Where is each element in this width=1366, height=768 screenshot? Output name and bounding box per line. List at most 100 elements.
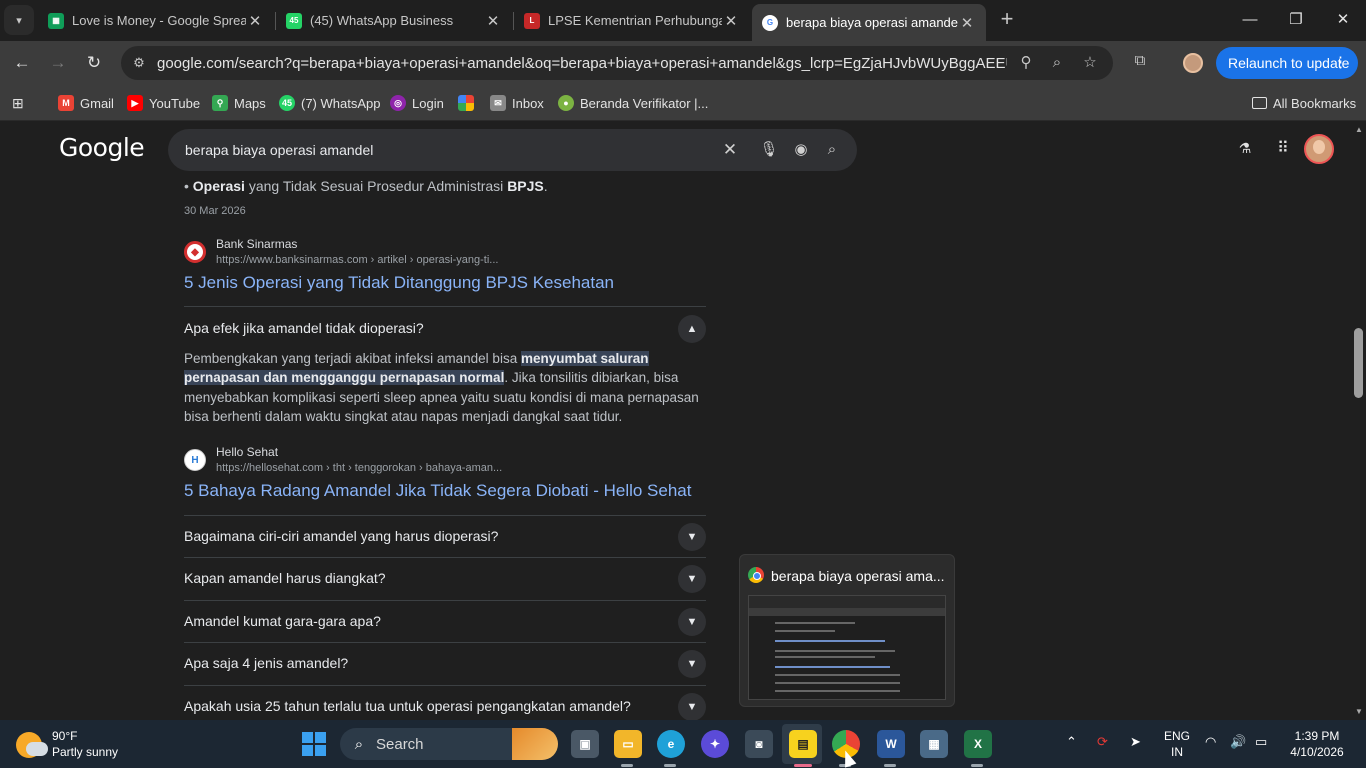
maps-icon: ⚲	[212, 95, 228, 111]
edge-icon[interactable]: e	[657, 730, 685, 758]
faq-question[interactable]: Amandel kumat gara-gara apa?	[184, 613, 381, 629]
close-icon[interactable]: ✕	[722, 12, 740, 30]
weather-widget[interactable]: 90°F Partly sunny	[16, 728, 146, 762]
volume-icon[interactable]: 🔊	[1230, 734, 1246, 750]
battery-icon[interactable]: ▭	[1255, 734, 1267, 750]
site-info-icon[interactable]: ⚙	[129, 55, 149, 71]
faq-question[interactable]: Kapan amandel harus diangkat?	[184, 570, 386, 586]
bookmark-maps[interactable]: ⚲ Maps	[212, 93, 266, 113]
scroll-thumb[interactable]	[1354, 328, 1363, 398]
bookmark-youtube[interactable]: ▶ YouTube	[127, 93, 200, 113]
chevron-down-icon[interactable]: ▼	[678, 608, 706, 636]
sync-icon[interactable]: ⟳	[1097, 734, 1108, 750]
file-explorer-icon[interactable]: ▭	[614, 730, 642, 758]
tab-lpse[interactable]: L LPSE Kementrian Perhubungan ✕	[514, 4, 750, 37]
bookmark-inbox[interactable]: ✉ Inbox	[490, 93, 544, 113]
bookmark-login[interactable]: ◎ Login	[390, 93, 444, 113]
faq-question[interactable]: Apakah usia 25 tahun terlalu tua untuk o…	[184, 698, 631, 714]
chevron-down-icon[interactable]: ▼	[678, 523, 706, 551]
chevron-down-icon[interactable]: ▼	[678, 693, 706, 720]
scroll-up-icon[interactable]: ▲	[1355, 125, 1363, 134]
language-indicator[interactable]: ENG IN	[1162, 728, 1192, 760]
copilot-icon[interactable]: ✦	[701, 730, 729, 758]
minimize-button[interactable]: —	[1238, 8, 1262, 32]
system-clock[interactable]: 1:39 PM 4/10/2026	[1282, 728, 1352, 760]
bookmark-star-icon[interactable]: ☆	[1080, 53, 1100, 73]
search-icon[interactable]: ⌕	[822, 140, 842, 160]
camera-icon[interactable]: ◙	[745, 730, 773, 758]
chevron-up-icon[interactable]: ▲	[678, 315, 706, 343]
start-button[interactable]	[302, 732, 326, 756]
send-icon[interactable]: ➤	[1130, 734, 1141, 750]
task-view-icon[interactable]: ▣	[571, 730, 599, 758]
result-title-link[interactable]: 5 Bahaya Radang Amandel Jika Tidak Seger…	[184, 481, 691, 501]
faq-question[interactable]: Apa saja 4 jenis amandel?	[184, 655, 348, 671]
tab-search-button[interactable]: ▾	[4, 5, 34, 35]
result-title-link[interactable]: 5 Jenis Operasi yang Tidak Ditanggung BP…	[184, 273, 614, 293]
snippet-date: 30 Mar 2026	[184, 205, 246, 217]
forward-button[interactable]: →	[46, 51, 70, 75]
preview-thumbnail[interactable]	[748, 595, 946, 700]
bookmark-whatsapp[interactable]: 45 (7) WhatsApp	[279, 93, 380, 113]
back-button[interactable]: ←	[10, 51, 34, 75]
bookmark-photos[interactable]	[458, 93, 480, 113]
clear-icon[interactable]: ✕	[720, 140, 740, 160]
google-apps-icon[interactable]: ⠿	[1272, 138, 1294, 160]
weather-condition: Partly sunny	[52, 745, 119, 759]
faq-item[interactable]: Bagaimana ciri-ciri amandel yang harus d…	[184, 515, 706, 557]
more-menu-icon[interactable]: ⋮	[1333, 47, 1348, 79]
taskbar-window-preview[interactable]: berapa biaya operasi ama...	[739, 554, 955, 707]
reload-button[interactable]: ↻	[82, 51, 106, 75]
faq-question[interactable]: Apa efek jika amandel tidak dioperasi?	[184, 320, 424, 336]
page-scrollbar[interactable]: ▲ ▼	[1352, 121, 1366, 720]
apps-grid-icon[interactable]: ⊞	[12, 93, 24, 113]
chevron-down-icon[interactable]: ▼	[678, 565, 706, 593]
word-icon[interactable]: W	[877, 730, 905, 758]
faq-item[interactable]: Kapan amandel harus diangkat? ▼	[184, 557, 706, 599]
tab-whatsapp[interactable]: 45 (45) WhatsApp Business ✕	[276, 4, 512, 37]
faq-item[interactable]: Apa saja 4 jenis amandel? ▼	[184, 642, 706, 684]
labs-flask-icon[interactable]: ⚗	[1235, 140, 1255, 160]
close-icon[interactable]: ✕	[484, 12, 502, 30]
close-icon[interactable]: ✕	[958, 14, 976, 32]
tab-spreadsheet[interactable]: ▦ Love is Money - Google Spread ✕	[38, 4, 274, 37]
close-window-button[interactable]: ✕	[1331, 8, 1355, 32]
wifi-icon[interactable]: ◠	[1205, 734, 1216, 750]
bookmark-label: Login	[412, 95, 444, 111]
bookmark-gmail[interactable]: M Gmail	[58, 93, 114, 113]
source-url: https://www.banksinarmas.com › artikel ›…	[216, 254, 499, 266]
extensions-icon[interactable]: ⧉	[1129, 52, 1151, 74]
relaunch-button[interactable]: Relaunch to update ⋮	[1216, 47, 1358, 79]
profile-avatar[interactable]	[1183, 53, 1203, 73]
calculator-icon[interactable]: ▦	[920, 730, 948, 758]
excel-icon[interactable]: X	[964, 730, 992, 758]
new-tab-button[interactable]: +	[996, 8, 1018, 30]
faq-item[interactable]: Apakah usia 25 tahun terlalu tua untuk o…	[184, 685, 706, 720]
lens-camera-icon[interactable]: ◉	[791, 140, 811, 160]
all-bookmarks[interactable]: All Bookmarks	[1252, 93, 1356, 113]
address-bar[interactable]: ⚙ google.com/search?q=berapa+biaya+opera…	[121, 46, 1113, 80]
account-avatar[interactable]	[1304, 134, 1334, 164]
faq-expanded[interactable]: Apa efek jika amandel tidak dioperasi? ▲	[184, 307, 706, 349]
search-box[interactable]: berapa biaya operasi amandel ✕ 🎙 ◉ ⌕	[168, 129, 857, 171]
search-icon: ⌕	[354, 735, 364, 753]
chevron-down-icon[interactable]: ▼	[678, 650, 706, 678]
scroll-down-icon[interactable]: ▼	[1355, 707, 1363, 716]
chevron-up-icon[interactable]: ⌃	[1066, 734, 1077, 750]
taskbar-search[interactable]: ⌕ Search	[340, 728, 558, 760]
zoom-icon[interactable]: ⌕	[1047, 53, 1067, 73]
tab-strip: ▾ ▦ Love is Money - Google Spread ✕ 45 (…	[0, 0, 1366, 41]
restore-button[interactable]: ❐	[1284, 8, 1308, 32]
google-logo[interactable]: Google	[59, 133, 145, 162]
location-icon[interactable]: ⚲	[1016, 53, 1036, 73]
bookmark-verifikator[interactable]: ● Beranda Verifikator |...	[558, 93, 708, 113]
faq-question[interactable]: Bagaimana ciri-ciri amandel yang harus d…	[184, 528, 498, 544]
microphone-icon[interactable]: 🎙	[759, 140, 779, 160]
lpse-icon: L	[524, 12, 540, 29]
sticky-notes-icon[interactable]: ▤	[789, 730, 817, 758]
faq-item[interactable]: Amandel kumat gara-gara apa? ▼	[184, 600, 706, 642]
close-icon[interactable]: ✕	[246, 12, 264, 30]
search-input[interactable]: berapa biaya operasi amandel	[185, 142, 857, 158]
url-text[interactable]: google.com/search?q=berapa+biaya+operasi…	[157, 55, 1007, 72]
tab-google-search[interactable]: G berapa biaya operasi amandel - ✕	[752, 4, 986, 41]
